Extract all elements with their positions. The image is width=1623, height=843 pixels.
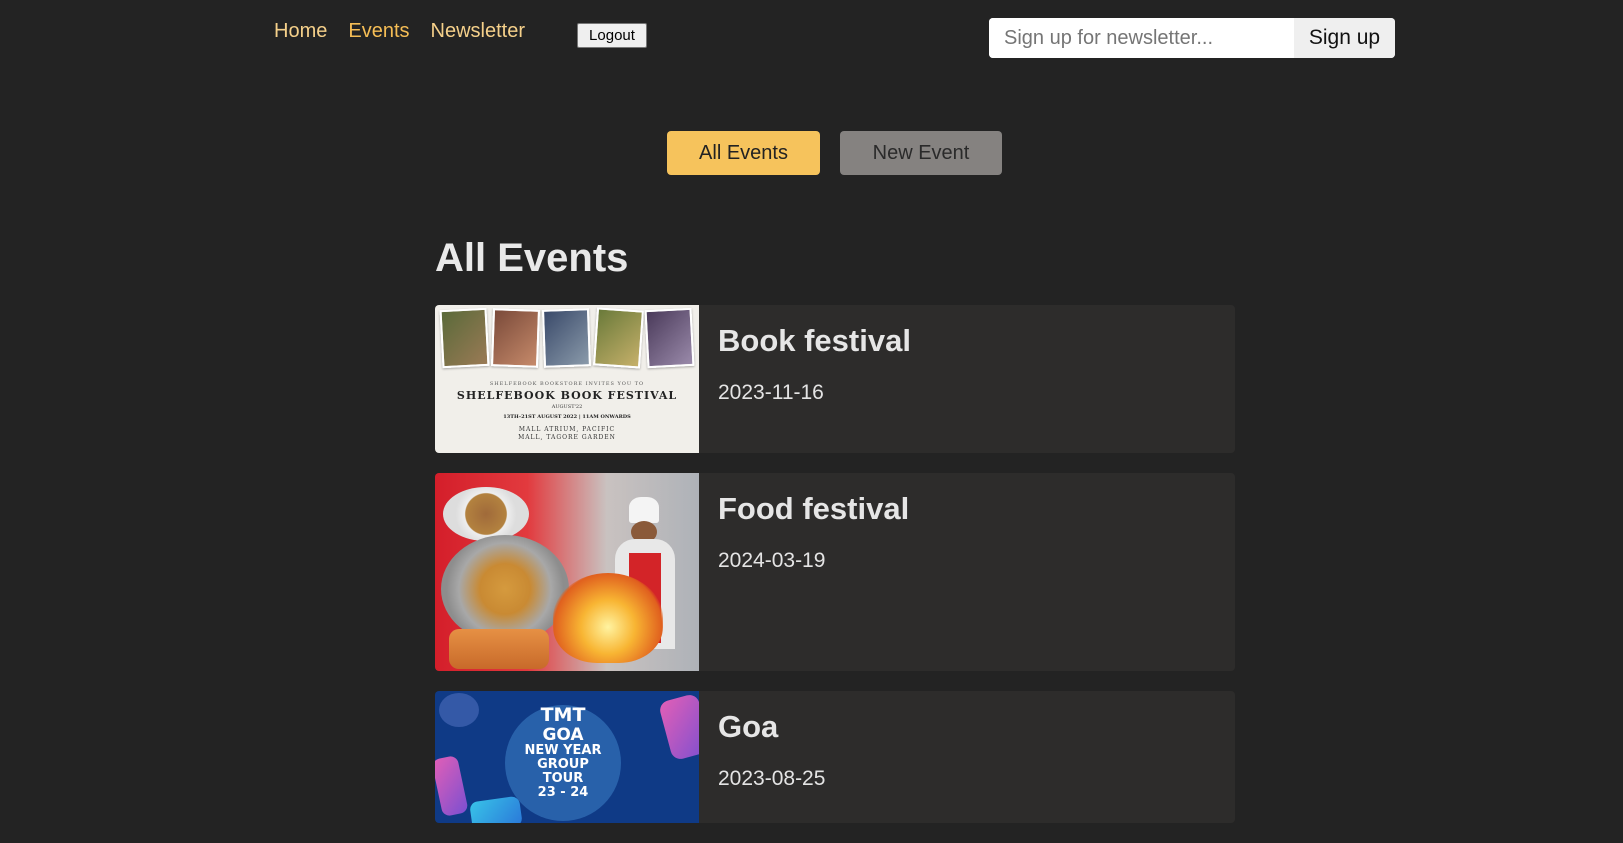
event-image-food-festival: [435, 473, 699, 671]
event-card-goa[interactable]: TMT GOA NEW YEAR GROUP TOUR 23 - 24 Goa …: [435, 691, 1235, 823]
food-plate-image: [443, 487, 529, 541]
event-info: Food festival 2024-03-19: [699, 473, 928, 671]
event-info: Book festival 2023-11-16: [699, 305, 930, 453]
book-poster-line2: SHELFEBOOK BOOK FESTIVAL: [456, 389, 678, 402]
book-poster-line1: SHELFEBOOK BOOKSTORE INVITES YOU TO: [489, 381, 645, 387]
newsletter-form: Sign up: [989, 18, 1395, 58]
newsletter-signup-button[interactable]: Sign up: [1294, 18, 1395, 58]
book-poster-line5b: MALL, TAGORE GARDEN: [518, 434, 616, 441]
event-card-book-festival[interactable]: SHELFEBOOK BOOKSTORE INVITES YOU TO SHEL…: [435, 305, 1235, 453]
goa-poster-line6: 23 - 24: [537, 784, 589, 800]
nav-link-home[interactable]: Home: [274, 20, 327, 43]
newsletter-email-input[interactable]: [989, 18, 1294, 58]
main-nav: Home Events Newsletter: [274, 20, 525, 43]
book-poster-line3: AUGUST'22: [551, 404, 583, 410]
food-basket-image: [449, 629, 549, 669]
event-date: 2023-11-16: [718, 381, 824, 404]
event-title: Book festival: [718, 323, 911, 358]
nav-link-events[interactable]: Events: [348, 20, 409, 43]
event-date: 2023-08-25: [718, 767, 826, 790]
goa-poster-line2: GOA: [542, 724, 584, 745]
event-info: Goa 2023-08-25: [699, 691, 844, 823]
goa-poster-line3: NEW YEAR: [524, 742, 602, 758]
goa-poster-line4: GROUP: [537, 756, 589, 772]
book-poster-line5a: MALL ATRIUM, PACIFIC: [518, 426, 616, 433]
event-image-goa: TMT GOA NEW YEAR GROUP TOUR 23 - 24: [435, 691, 699, 823]
page-title: All Events: [435, 236, 629, 280]
book-poster-text: SHELFEBOOK BOOKSTORE INVITES YOU TO SHEL…: [435, 371, 699, 442]
event-date: 2024-03-19: [718, 549, 826, 572]
book-poster-photos: [439, 307, 695, 369]
food-thali-image: [441, 535, 569, 643]
event-tabs: All Events New Event: [667, 131, 1002, 175]
top-bar: Home Events Newsletter Logout Sign up: [0, 0, 1623, 80]
event-list: SHELFEBOOK BOOKSTORE INVITES YOU TO SHEL…: [435, 305, 1235, 843]
event-title: Food festival: [718, 491, 910, 526]
nav-link-newsletter[interactable]: Newsletter: [431, 20, 525, 43]
goa-poster-text: TMT GOA NEW YEAR GROUP TOUR 23 - 24: [515, 705, 611, 800]
logout-button[interactable]: Logout: [577, 23, 647, 48]
book-poster-line4: 13TH–21ST AUGUST 2022 | 11AM ONWARDS: [503, 414, 631, 420]
flame-image: [553, 573, 663, 663]
goa-poster-line1: TMT: [540, 704, 586, 726]
tab-all-events[interactable]: All Events: [667, 131, 820, 175]
tab-new-event[interactable]: New Event: [840, 131, 1002, 175]
event-card-food-festival[interactable]: Food festival 2024-03-19: [435, 473, 1235, 671]
goa-poster-line5: TOUR: [542, 770, 584, 786]
event-image-book-festival: SHELFEBOOK BOOKSTORE INVITES YOU TO SHEL…: [435, 305, 699, 453]
event-title: Goa: [718, 709, 779, 744]
